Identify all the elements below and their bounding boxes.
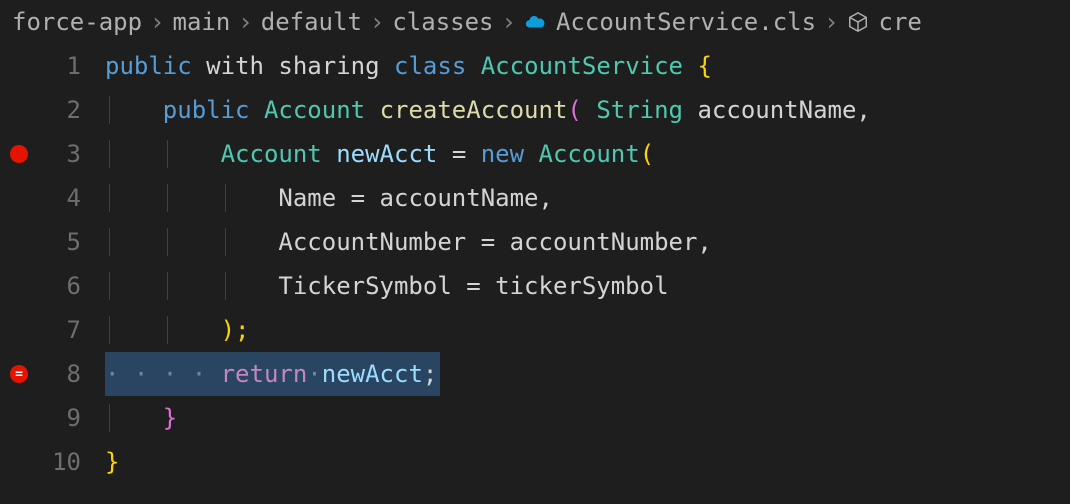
code-editor[interactable]: 1 public with sharing class AccountServi… xyxy=(0,44,1070,484)
line-number[interactable]: 2 xyxy=(0,96,105,124)
line-number[interactable]: 5 xyxy=(0,228,105,256)
code-line: 8 · · · · return·newAcct; xyxy=(0,352,1070,396)
code-line: 10 } xyxy=(0,440,1070,484)
breadcrumb-item[interactable]: main xyxy=(173,8,231,36)
conditional-breakpoint-icon[interactable] xyxy=(10,365,28,383)
code-line: 2 public Account createAccount( String a… xyxy=(0,88,1070,132)
breadcrumb-separator: › xyxy=(370,8,384,36)
cloud-icon xyxy=(524,11,546,33)
line-number[interactable]: 7 xyxy=(0,316,105,344)
code-line: 5 AccountNumber = accountNumber, xyxy=(0,220,1070,264)
code-line: 3 Account newAcct = new Account( xyxy=(0,132,1070,176)
line-number[interactable]: 9 xyxy=(0,404,105,432)
cube-icon xyxy=(847,11,869,33)
breadcrumb[interactable]: force-app › main › default › classes › A… xyxy=(0,0,1070,44)
line-number[interactable]: 8 xyxy=(0,360,105,388)
breadcrumb-item[interactable]: force-app xyxy=(12,8,142,36)
line-number[interactable]: 3 xyxy=(0,140,105,168)
code-line: 9 } xyxy=(0,396,1070,440)
breadcrumb-separator: › xyxy=(238,8,252,36)
line-number[interactable]: 10 xyxy=(0,448,105,476)
breakpoint-icon[interactable] xyxy=(10,145,28,163)
code-line: 7 ); xyxy=(0,308,1070,352)
line-number[interactable]: 6 xyxy=(0,272,105,300)
breadcrumb-separator: › xyxy=(502,8,516,36)
code-line: 1 public with sharing class AccountServi… xyxy=(0,44,1070,88)
line-number[interactable]: 4 xyxy=(0,184,105,212)
breadcrumb-separator: › xyxy=(150,8,164,36)
code-line: 4 Name = accountName, xyxy=(0,176,1070,220)
code-line: 6 TickerSymbol = tickerSymbol xyxy=(0,264,1070,308)
line-number[interactable]: 1 xyxy=(0,52,105,80)
breadcrumb-item[interactable]: classes xyxy=(392,8,493,36)
breadcrumb-item[interactable]: AccountService.cls xyxy=(556,8,816,36)
breadcrumb-item[interactable]: default xyxy=(261,8,362,36)
breadcrumb-separator: › xyxy=(824,8,838,36)
breadcrumb-item[interactable]: cre xyxy=(879,8,922,36)
